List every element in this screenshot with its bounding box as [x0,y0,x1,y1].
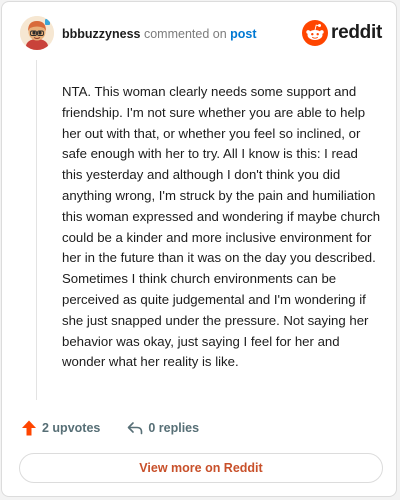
avatar-illustration [20,16,54,50]
reddit-wordmark: reddit [331,22,382,43]
reddit-logo-icon [302,20,329,46]
arrow-up-icon [22,420,36,436]
post-link[interactable]: post [230,27,256,41]
embedded-comment-card: bbbuzzyness commented on post reddit NTA… [1,1,397,497]
upvote-button[interactable]: 2 upvotes [20,419,100,437]
thread-line [36,60,37,400]
reply-arrow-icon [128,422,143,435]
username[interactable]: bbbuzzyness [62,27,141,41]
user-avatar[interactable] [20,16,54,50]
comment-actions: 2 upvotes 0 replies [20,418,199,438]
view-more-label: View more on Reddit [139,461,263,475]
view-more-button[interactable]: View more on Reddit [19,453,383,483]
upvotes-count: 2 upvotes [42,421,101,435]
action-text: commented on [143,27,227,41]
comment-header: bbbuzzyness commented on post reddit [20,16,382,56]
reddit-brand[interactable]: reddit [302,20,382,46]
replies-button[interactable]: 0 replies [126,419,199,437]
comment-body: NTA. This woman clearly needs some suppo… [62,84,381,370]
replies-count: 0 replies [148,421,200,435]
comment-byline: bbbuzzyness commented on post [62,26,257,42]
